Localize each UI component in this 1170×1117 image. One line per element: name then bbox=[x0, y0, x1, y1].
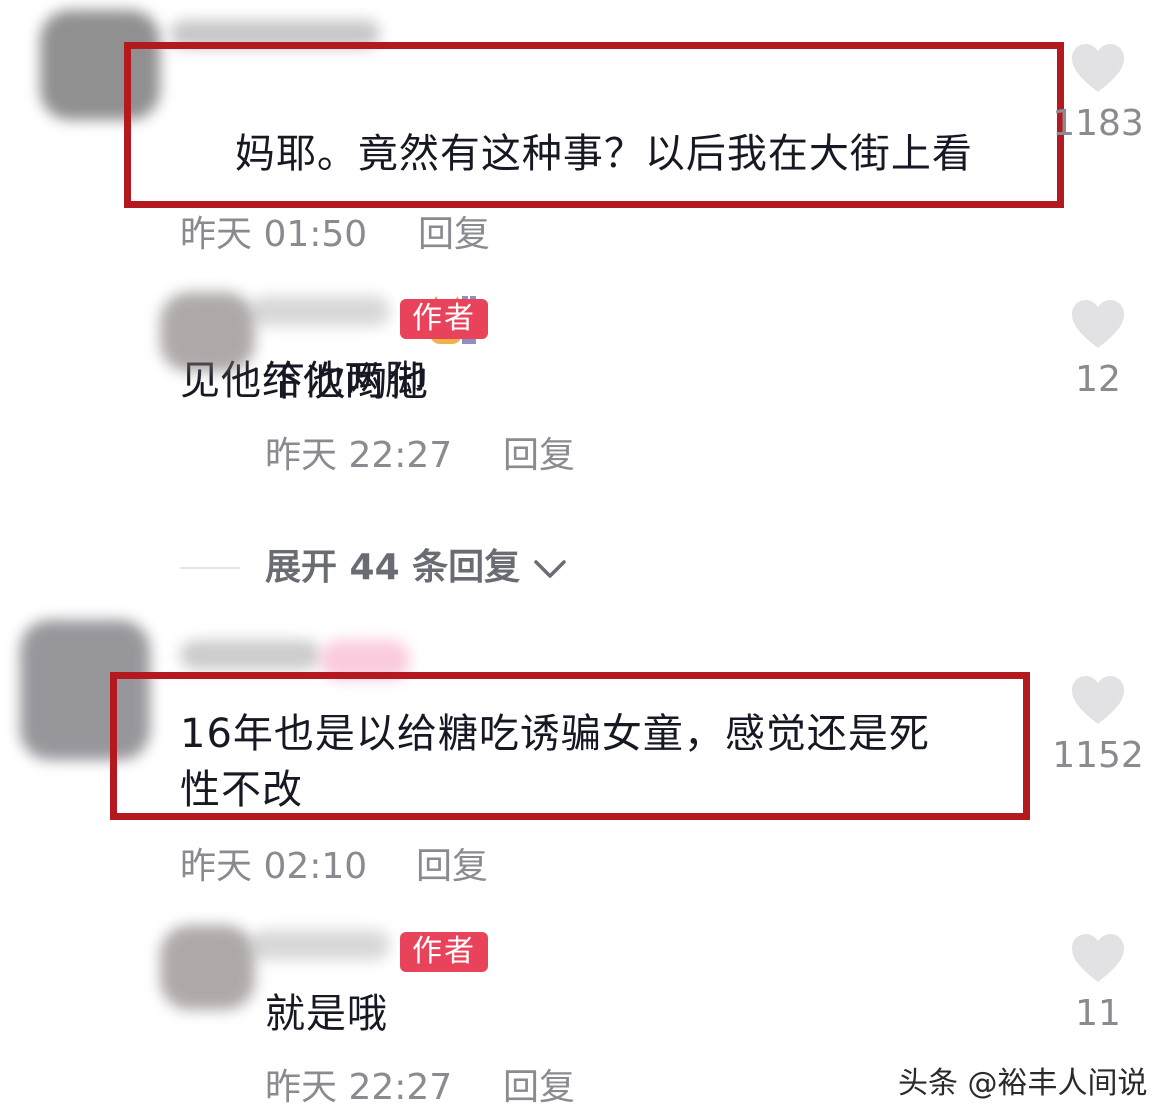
comment-time: 昨天 02:10 bbox=[180, 846, 368, 887]
like-count: 1183 bbox=[1052, 103, 1144, 144]
comment-time: 昨天 01:50 bbox=[180, 214, 368, 255]
heart-icon bbox=[1072, 44, 1124, 92]
reply-time: 昨天 22:27 bbox=[265, 1067, 453, 1108]
heart-icon bbox=[1072, 676, 1124, 724]
avatar[interactable] bbox=[160, 292, 255, 372]
heart-icon bbox=[1072, 934, 1124, 982]
username-blurred[interactable] bbox=[250, 296, 390, 326]
avatar[interactable] bbox=[160, 925, 255, 1010]
reply-button[interactable]: 回复 bbox=[416, 845, 488, 889]
watermark: 头条 @裕丰人间说 bbox=[898, 1066, 1148, 1101]
reply-button[interactable]: 回复 bbox=[418, 213, 490, 257]
expand-divider bbox=[180, 567, 240, 569]
heart-icon bbox=[1072, 300, 1124, 348]
like-button[interactable]: 11 bbox=[1048, 932, 1148, 1036]
like-button[interactable]: 12 bbox=[1048, 298, 1148, 402]
like-count: 12 bbox=[1075, 359, 1121, 400]
author-badge: 作者 bbox=[400, 299, 488, 339]
like-button[interactable]: 1183 bbox=[1048, 42, 1148, 146]
reply-text: 下次哟他 bbox=[265, 359, 429, 405]
reply-text: 就是哦 bbox=[265, 991, 388, 1037]
comment-meta: 昨天 01:50 回复 bbox=[180, 213, 580, 257]
comment-text: 16年也是以给糖吃诱骗女童，感觉还是死 性不改 bbox=[180, 711, 930, 813]
reply-meta: 昨天 22:27 回复 bbox=[265, 1066, 665, 1110]
username-blurred[interactable] bbox=[250, 930, 390, 960]
expand-label: 展开 44 条回复 bbox=[265, 547, 521, 588]
reply-meta: 昨天 22:27 回复 bbox=[265, 434, 665, 478]
reply-time: 昨天 22:27 bbox=[265, 435, 453, 476]
reply-button[interactable]: 回复 bbox=[503, 1066, 575, 1110]
author-badge: 作者 bbox=[400, 932, 488, 972]
reply-button[interactable]: 回复 bbox=[503, 434, 575, 478]
username-blurred[interactable] bbox=[180, 640, 320, 670]
like-count: 11 bbox=[1075, 993, 1121, 1034]
chevron-down-icon bbox=[533, 560, 566, 578]
expand-replies-button[interactable]: 展开 44 条回复 bbox=[265, 546, 567, 590]
like-count: 1152 bbox=[1052, 735, 1144, 776]
like-button[interactable]: 1152 bbox=[1048, 674, 1148, 778]
comment-meta: 昨天 02:10 回复 bbox=[180, 845, 580, 889]
